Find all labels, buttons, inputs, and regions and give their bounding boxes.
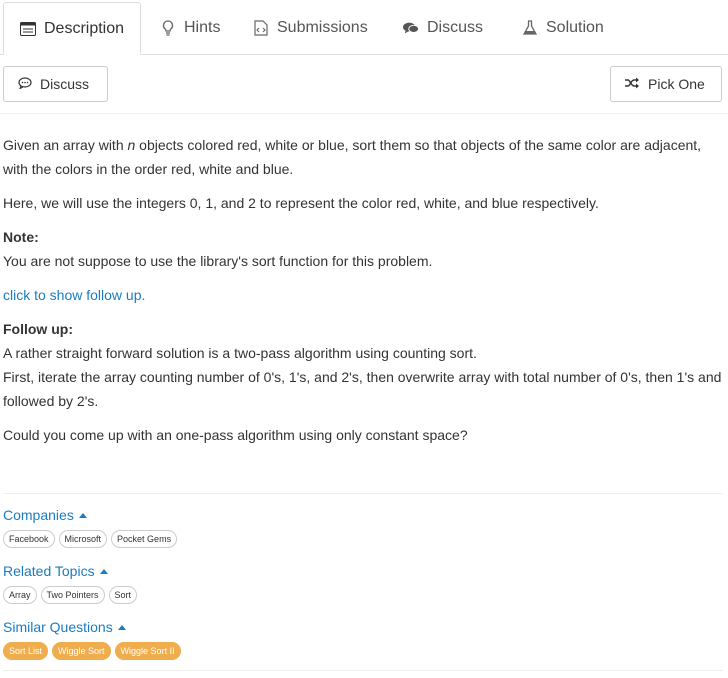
discuss-button[interactable]: Discuss: [3, 66, 108, 102]
pick-one-button-label: Pick One: [648, 76, 705, 92]
follow-up-question: Could you come up with an one-pass algor…: [3, 427, 468, 443]
related-topics-title: Related Topics: [3, 563, 95, 579]
related-topics-toggle[interactable]: Related Topics: [3, 563, 108, 579]
companies-tags: Facebook Microsoft Pocket Gems: [3, 530, 178, 548]
tab-description[interactable]: Description: [3, 2, 141, 55]
note-text: You are not suppose to use the library's…: [3, 253, 433, 269]
similar-question-tag[interactable]: Wiggle Sort: [52, 642, 111, 660]
divider: [3, 670, 723, 671]
topic-tag[interactable]: Array: [3, 586, 37, 604]
companies-toggle[interactable]: Companies: [3, 507, 87, 523]
companies-title: Companies: [3, 507, 74, 523]
topic-tag[interactable]: Two Pointers: [40, 586, 105, 604]
similar-questions-title: Similar Questions: [3, 619, 113, 635]
comments-icon: [403, 20, 419, 36]
lightbulb-icon: [160, 20, 176, 36]
tab-solution[interactable]: Solution: [522, 2, 604, 54]
comment-icon: [18, 76, 32, 92]
follow-up-line-2: First, iterate the array counting number…: [3, 369, 722, 409]
pick-one-button[interactable]: Pick One: [610, 66, 722, 102]
discuss-button-label: Discuss: [40, 76, 90, 92]
similar-questions-toggle[interactable]: Similar Questions: [3, 619, 126, 635]
tab-label: Submissions: [277, 19, 368, 36]
tab-label: Solution: [546, 19, 604, 36]
similar-question-tag[interactable]: Sort List: [3, 642, 49, 660]
problem-intro: Given an array with n objects colored re…: [3, 137, 702, 177]
follow-up-line-1: A rather straight forward solution is a …: [3, 345, 477, 361]
tab-bar: Description Hints Submissions Discuss So…: [0, 0, 728, 55]
caret-up-icon: [117, 624, 126, 630]
company-tag[interactable]: Pocket Gems: [111, 530, 178, 548]
tab-submissions[interactable]: Submissions: [253, 2, 368, 54]
tab-label: Hints: [184, 19, 221, 36]
flask-icon: [522, 20, 538, 36]
problem-description: Given an array with n objects colored re…: [0, 133, 728, 447]
similar-questions-tags: Sort List Wiggle Sort Wiggle Sort II: [3, 642, 181, 660]
tab-label: Discuss: [427, 19, 484, 36]
tab-discuss[interactable]: Discuss: [403, 2, 483, 54]
note-heading: Note:: [3, 229, 39, 245]
caret-up-icon: [78, 512, 87, 518]
show-follow-up-link[interactable]: click to show follow up.: [3, 287, 145, 303]
topic-tag[interactable]: Sort: [108, 586, 138, 604]
code-file-icon: [253, 20, 269, 36]
divider: [3, 493, 723, 494]
similar-question-tag[interactable]: Wiggle Sort II: [114, 642, 181, 660]
problem-integers-line: Here, we will use the integers 0, 1, and…: [3, 195, 599, 211]
caret-up-icon: [99, 568, 108, 574]
tab-hints[interactable]: Hints: [160, 2, 220, 54]
description-icon: [19, 21, 36, 37]
toolbar: Discuss Pick One: [0, 55, 728, 114]
follow-up-heading: Follow up:: [3, 321, 73, 337]
tab-label: Description: [43, 19, 125, 37]
shuffle-icon: [625, 76, 640, 92]
related-topics-tags: Array Two Pointers Sort: [3, 586, 138, 604]
company-tag[interactable]: Facebook: [3, 530, 55, 548]
company-tag[interactable]: Microsoft: [58, 530, 108, 548]
